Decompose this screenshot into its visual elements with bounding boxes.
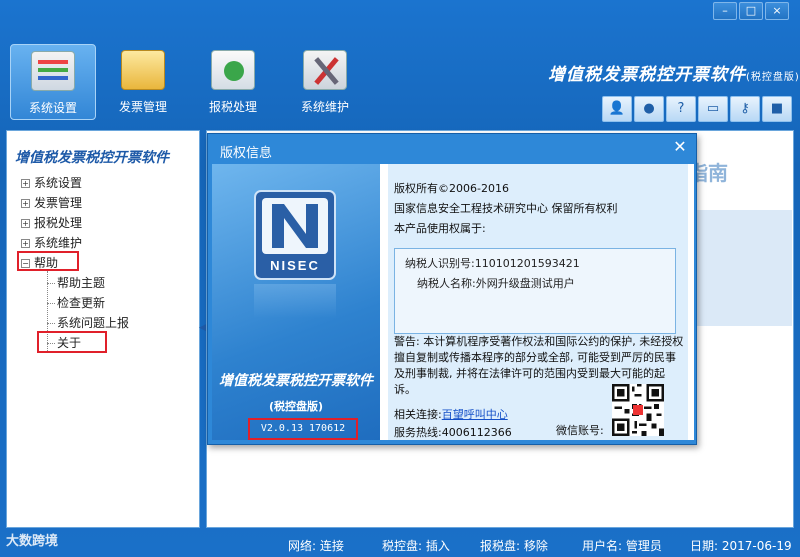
product-name: 增值税发票税控开票软件 bbox=[219, 373, 373, 389]
organization-line: 国家信息安全工程技术研究中心 保留所有权利 bbox=[394, 202, 618, 215]
tree-node-label: 报税处理 bbox=[34, 216, 83, 230]
status-user: 用户名: 管理员 bbox=[582, 539, 662, 553]
lock-icon[interactable]: ■ bbox=[762, 96, 792, 122]
toolbar-system-maintenance[interactable]: 系统维护 bbox=[282, 44, 368, 120]
status-bar: 网络: 连接 税控盘: 插入 报税盘: 移除 用户名: 管理员 日期: 2017… bbox=[0, 532, 800, 557]
taxpayer-id-label: 纳税人识别号: bbox=[405, 257, 475, 270]
expand-icon[interactable]: + bbox=[21, 179, 30, 188]
dialog-title: 版权信息 bbox=[220, 146, 273, 161]
owner-info-box: 纳税人识别号:110101201593421 纳税人名称:外网升级盘测试用户 bbox=[394, 248, 676, 334]
user-icon[interactable]: 👤 bbox=[602, 96, 632, 122]
status-network: 网络: 连接 bbox=[288, 539, 344, 553]
tree-node-label: 系统设置 bbox=[34, 176, 83, 190]
dialog-body: NISEC 增值税发票税控开票软件 (税控盘版) V2.0.13 170612 … bbox=[212, 164, 694, 440]
toolbar-label: 报税处理 bbox=[208, 100, 257, 114]
navigation-panel: 增值税发票税控开票软件 + 系统设置 + 发票管理 + 报税处理 + 系统维护 − 帮助 … bbox=[6, 130, 200, 528]
status-tax-disk: 税控盘: 插入 bbox=[382, 539, 450, 553]
app-window: – □ × 系统设置 发票管理 报税处理 系统维护 增值税发票税控开票软件(税控… bbox=[0, 0, 800, 557]
tree-node-invoice-management[interactable]: + 发票管理 bbox=[7, 193, 199, 213]
tree-item-check-update[interactable]: 检查更新 bbox=[7, 293, 199, 313]
wechat-label: 微信账号: bbox=[556, 424, 604, 437]
toolbar-invoice-management[interactable]: 发票管理 bbox=[100, 44, 186, 120]
toolbar-label: 系统维护 bbox=[300, 100, 349, 114]
taxpayer-id-value: 110101201593421 bbox=[474, 257, 580, 270]
tree-node-system-settings[interactable]: + 系统设置 bbox=[7, 173, 199, 193]
settings-panel-icon bbox=[31, 51, 75, 91]
splitter-handle[interactable]: ◀ bbox=[199, 320, 206, 336]
product-edition: (税控盘版) bbox=[268, 400, 324, 413]
copyright-line: 版权所有©2006-2016 bbox=[394, 182, 509, 195]
expand-icon[interactable]: + bbox=[21, 219, 30, 228]
related-link-row: 相关连接:百望呼叫中心 bbox=[394, 406, 508, 422]
highlight-about bbox=[37, 331, 107, 353]
help-icon[interactable]: ? bbox=[666, 96, 696, 122]
copyright-dialog: 版权信息 ✕ NISEC 增值税发票税控开票软件 (税控盘版) V2.0.13 … bbox=[207, 133, 697, 445]
tax-report-icon bbox=[211, 50, 255, 90]
minimize-button[interactable]: – bbox=[713, 2, 737, 20]
logo-text: NISEC bbox=[270, 258, 320, 273]
toolbar-system-settings[interactable]: 系统设置 bbox=[10, 44, 96, 120]
highlight-help bbox=[17, 251, 79, 271]
expand-icon[interactable]: + bbox=[21, 239, 30, 248]
tree-item-report-problem[interactable]: 系统问题上报 bbox=[7, 313, 199, 333]
expand-icon[interactable]: + bbox=[21, 199, 30, 208]
taxpayer-name-row: 纳税人名称:外网升级盘测试用户 bbox=[417, 275, 575, 291]
product-logo-pane: NISEC 增值税发票税控开票软件 (税控盘版) V2.0.13 170612 bbox=[212, 164, 380, 440]
quick-icons: 👤 ● ? ▭ ⚷ ■ bbox=[602, 96, 792, 122]
dialog-close-button[interactable]: ✕ bbox=[668, 136, 692, 158]
tools-icon bbox=[303, 50, 347, 90]
owner-intro: 本产品使用权属于: bbox=[394, 222, 486, 235]
product-version: V2.0.13 170612 bbox=[248, 418, 358, 440]
status-report-disk: 报税盘: 移除 bbox=[480, 539, 548, 553]
wechat-qr-code bbox=[612, 384, 664, 436]
taxpayer-id-row: 纳税人识别号:110101201593421 bbox=[405, 255, 580, 271]
tree-node-system-maintenance[interactable]: + 系统维护 bbox=[7, 233, 199, 253]
toolbar-label: 发票管理 bbox=[118, 100, 167, 114]
app-title: 增值税发票税控开票软件(税控盘版) bbox=[548, 60, 800, 85]
toolbar-label: 系统设置 bbox=[28, 101, 77, 115]
tree-node-label: 发票管理 bbox=[34, 196, 83, 210]
background-image bbox=[696, 210, 792, 326]
taxpayer-name-label: 纳税人名称: bbox=[417, 277, 476, 290]
tree-item-help-topics[interactable]: 帮助主题 bbox=[7, 273, 199, 293]
close-window-button[interactable]: × bbox=[765, 2, 789, 20]
logo-reflection bbox=[254, 284, 336, 318]
app-title-edition: (税控盘版) bbox=[746, 72, 800, 83]
copyright-info: 版权所有©2006-2016 国家信息安全工程技术研究中心 保留所有权利 本产品… bbox=[388, 164, 688, 440]
taxpayer-name-value: 外网升级盘测试用户 bbox=[475, 277, 575, 290]
app-title-main: 增值税发票税控开票软件 bbox=[548, 65, 746, 85]
status-date: 日期: 2017-06-19 bbox=[690, 539, 792, 553]
panel-title: 增值税发票税控开票软件 bbox=[15, 150, 169, 166]
toolbar-tax-report[interactable]: 报税处理 bbox=[190, 44, 276, 120]
related-label: 相关连接: bbox=[394, 408, 442, 421]
folder-icon bbox=[121, 50, 165, 90]
tree-node-label: 系统维护 bbox=[34, 236, 83, 250]
hotline-value: 4006112366 bbox=[441, 426, 512, 439]
call-center-link[interactable]: 百望呼叫中心 bbox=[442, 408, 508, 421]
hotline-row: 服务热线:4006112366 bbox=[394, 424, 512, 440]
hotline-label: 服务热线: bbox=[394, 426, 442, 439]
tree-node-tax-report[interactable]: + 报税处理 bbox=[7, 213, 199, 233]
window-icon[interactable]: ▭ bbox=[698, 96, 728, 122]
globe-icon[interactable]: ● bbox=[634, 96, 664, 122]
key-icon[interactable]: ⚷ bbox=[730, 96, 760, 122]
nisec-logo: NISEC bbox=[254, 190, 336, 280]
maximize-button[interactable]: □ bbox=[739, 2, 763, 20]
